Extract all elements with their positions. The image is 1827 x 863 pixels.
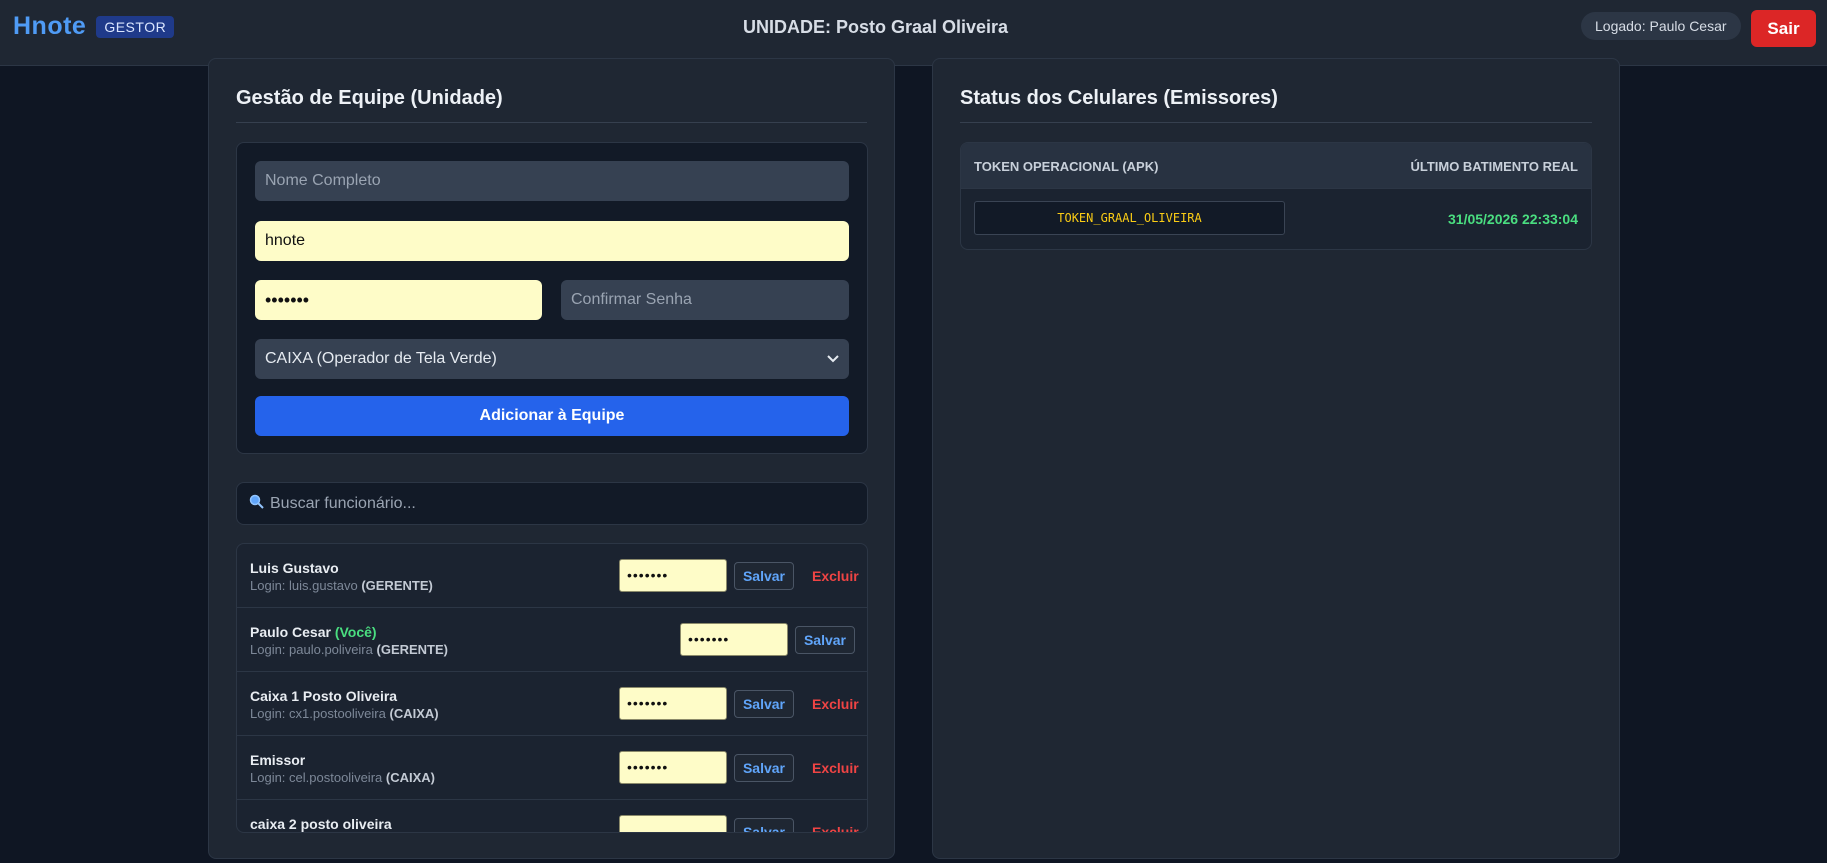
role-select-value: CAIXA (Operador de Tela Verde) xyxy=(265,350,497,367)
employee-login: Login: luis.gustavo (GERENTE) xyxy=(250,578,433,593)
chevron-down-icon xyxy=(827,355,839,363)
employee-name: Emissor xyxy=(250,752,306,768)
save-button[interactable]: Salvar xyxy=(734,754,794,782)
employee-password-input[interactable] xyxy=(619,815,727,832)
team-panel: Gestão de Equipe (Unidade) Nome Completo… xyxy=(208,58,895,859)
add-employee-form: Nome Completo hnote ••••••• Confirmar Se… xyxy=(236,142,868,454)
employee-password-input[interactable]: ••••••• xyxy=(619,687,727,720)
employee-login: Login: cel.postooliveira (CAIXA) xyxy=(250,770,435,785)
employee-password-input[interactable]: ••••••• xyxy=(680,623,788,656)
table-row: TOKEN_GRAAL_OLIVEIRA 31/05/2026 22:33:04 xyxy=(961,189,1591,249)
divider xyxy=(236,122,867,123)
table-row: Caixa 1 Posto Oliveira Login: cx1.postoo… xyxy=(237,672,867,736)
employee-name: Luis Gustavo xyxy=(250,560,339,576)
employee-login: Login: cx1.postooliveira (CAIXA) xyxy=(250,706,439,721)
unit-title: UNIDADE: Posto Graal Oliveira xyxy=(742,17,1009,37)
token-field[interactable]: TOKEN_GRAAL_OLIVEIRA xyxy=(974,201,1285,235)
employee-login: Login: paulo.poliveira (GERENTE) xyxy=(250,642,448,657)
logout-button[interactable]: Sair xyxy=(1751,10,1816,47)
logged-user-pill: Logado: Paulo Cesar xyxy=(1581,12,1741,40)
status-panel: Status dos Celulares (Emissores) TOKEN O… xyxy=(932,58,1620,859)
delete-button[interactable]: Excluir xyxy=(812,690,859,718)
search-icon xyxy=(249,494,264,513)
employee-password-input[interactable]: ••••••• xyxy=(619,751,727,784)
employee-name: Caixa 1 Posto Oliveira xyxy=(250,688,398,704)
table-row: Luis Gustavo Login: luis.gustavo (GERENT… xyxy=(237,544,867,608)
last-heartbeat: 31/05/2026 22:33:04 xyxy=(1448,211,1578,227)
divider xyxy=(960,122,1592,123)
employee-password-input[interactable]: ••••••• xyxy=(619,559,727,592)
login-input[interactable]: hnote xyxy=(255,221,849,261)
top-bar: Hnote GESTOR UNIDADE: Posto Graal Olivei… xyxy=(0,0,1827,66)
col-header-token: TOKEN OPERACIONAL (APK) xyxy=(974,159,1159,174)
save-button[interactable]: Salvar xyxy=(734,818,794,832)
full-name-input[interactable]: Nome Completo xyxy=(255,161,849,201)
delete-button[interactable]: Excluir xyxy=(812,562,859,590)
role-select[interactable]: CAIXA (Operador de Tela Verde) xyxy=(255,339,849,379)
employee-name: caixa 2 posto oliveira xyxy=(250,816,392,832)
delete-button[interactable]: Excluir xyxy=(812,818,859,832)
password-input[interactable]: ••••••• xyxy=(255,280,542,320)
confirm-password-input[interactable]: Confirmar Senha xyxy=(561,280,849,320)
employee-list: Luis Gustavo Login: luis.gustavo (GERENT… xyxy=(236,543,868,833)
employee-name: Paulo Cesar (Você) xyxy=(250,624,377,640)
table-row: caixa 2 posto oliveira Salvar Excluir xyxy=(237,800,867,832)
delete-button[interactable]: Excluir xyxy=(812,754,859,782)
save-button[interactable]: Salvar xyxy=(734,562,794,590)
save-button[interactable]: Salvar xyxy=(795,626,855,654)
col-header-beat: ÚLTIMO BATIMENTO REAL xyxy=(1410,159,1578,174)
status-panel-title: Status dos Celulares (Emissores) xyxy=(960,87,1278,109)
add-to-team-button[interactable]: Adicionar à Equipe xyxy=(255,396,849,436)
search-placeholder: Buscar funcionário... xyxy=(270,494,416,512)
search-employee-input[interactable]: Buscar funcionário... xyxy=(236,482,868,525)
table-row: Emissor Login: cel.postooliveira (CAIXA)… xyxy=(237,736,867,800)
table-row: Paulo Cesar (Você) Login: paulo.poliveir… xyxy=(237,608,867,672)
table-header: TOKEN OPERACIONAL (APK) ÚLTIMO BATIMENTO… xyxy=(961,143,1591,189)
save-button[interactable]: Salvar xyxy=(734,690,794,718)
team-panel-title: Gestão de Equipe (Unidade) xyxy=(236,87,503,109)
emitters-table: TOKEN OPERACIONAL (APK) ÚLTIMO BATIMENTO… xyxy=(960,142,1592,250)
